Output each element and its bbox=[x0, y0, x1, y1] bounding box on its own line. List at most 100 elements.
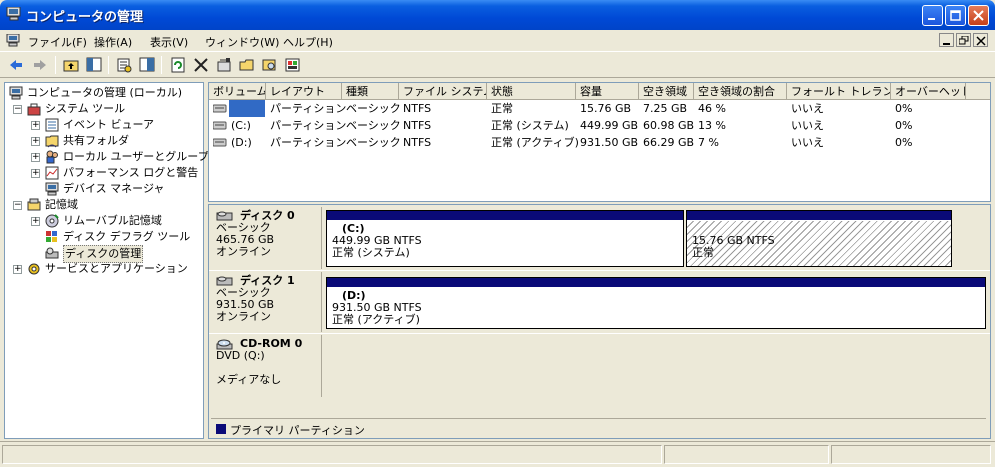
table-row[interactable]: パーティション ベーシック NTFS 正常 15.76 GB 7.25 GB 4… bbox=[209, 100, 990, 117]
folder-up-icon bbox=[63, 60, 79, 72]
forward-button[interactable] bbox=[30, 55, 50, 75]
maximize-button[interactable] bbox=[945, 5, 966, 26]
volume-name-selected[interactable] bbox=[229, 100, 265, 117]
expand-toggle-icon[interactable]: + bbox=[31, 137, 40, 146]
partition-unlabeled[interactable]: 15.76 GB NTFS 正常 bbox=[686, 210, 952, 267]
disk-icon bbox=[216, 276, 233, 286]
menu-view[interactable]: 表示(V) bbox=[150, 34, 188, 50]
cdrom-info[interactable]: CD-ROM 0 DVD (Q:) メディアなし bbox=[212, 335, 322, 397]
mdi-minimize-button[interactable] bbox=[939, 33, 954, 47]
disk-config-icon bbox=[285, 58, 300, 72]
disk-row-0: ディスク 0 ベーシック 465.76 GB オンライン (C:) 449.99… bbox=[209, 207, 990, 271]
column-header-filesystem[interactable]: ファイル システム bbox=[399, 83, 487, 100]
cell-percent-free: 46 % bbox=[698, 102, 726, 115]
services-icon bbox=[28, 263, 40, 275]
back-button[interactable] bbox=[6, 55, 26, 75]
expand-toggle-icon[interactable]: + bbox=[31, 169, 40, 178]
expand-toggle-icon[interactable]: + bbox=[13, 265, 22, 274]
disk-properties-button[interactable] bbox=[214, 55, 234, 75]
properties-icon bbox=[217, 58, 231, 72]
cell-capacity: 15.76 GB bbox=[580, 102, 632, 115]
explore-button[interactable] bbox=[260, 55, 280, 75]
expand-toggle-icon[interactable]: + bbox=[31, 217, 40, 226]
cell-overhead: 0% bbox=[895, 136, 913, 149]
cell-capacity: 449.99 GB bbox=[580, 119, 639, 132]
cdrom-type: DVD (Q:) bbox=[216, 349, 265, 362]
close-button[interactable] bbox=[968, 5, 989, 26]
show-hide-tree-button[interactable] bbox=[84, 55, 104, 75]
disk-icon bbox=[216, 211, 233, 221]
minimize-button[interactable] bbox=[922, 5, 943, 26]
magnifier-icon bbox=[262, 59, 276, 71]
disk-name: ディスク 0 bbox=[240, 209, 295, 222]
column-header-free-space[interactable]: 空き領域 bbox=[639, 83, 694, 100]
delete-x-icon bbox=[194, 58, 208, 72]
table-row[interactable]: (D:) パーティション ベーシック NTFS 正常 (アクティブ) 931.5… bbox=[209, 134, 990, 151]
close-icon bbox=[973, 10, 984, 21]
disk-status: オンライン bbox=[216, 245, 271, 258]
open-button[interactable] bbox=[237, 55, 257, 75]
performance-chart-icon bbox=[45, 166, 59, 180]
table-row[interactable]: (C:) パーティション ベーシック NTFS 正常 (システム) 449.99… bbox=[209, 117, 990, 134]
collapse-toggle-icon[interactable]: − bbox=[13, 201, 22, 210]
title-bar[interactable]: コンピュータの管理 bbox=[0, 0, 995, 30]
cell-free-space: 60.98 GB bbox=[643, 119, 695, 132]
partition-status: 正常 (システム) bbox=[332, 246, 410, 259]
toolbar bbox=[0, 53, 995, 78]
cdrom-status: メディアなし bbox=[216, 373, 282, 386]
volume-list[interactable]: ボリューム レイアウト 種類 ファイル システム 状態 容量 空き領域 空き領域… bbox=[208, 82, 991, 202]
status-bar bbox=[0, 441, 995, 467]
console-tree[interactable]: コンピュータの管理 (ローカル) − システム ツール + イベント ビューア … bbox=[4, 82, 209, 439]
column-header-type[interactable]: 種類 bbox=[342, 83, 399, 100]
column-header-volume[interactable]: ボリューム bbox=[209, 83, 266, 100]
cell-type: ベーシック bbox=[346, 136, 401, 149]
disk-row-cdrom: CD-ROM 0 DVD (Q:) メディアなし bbox=[209, 335, 990, 397]
disk-status: オンライン bbox=[216, 310, 271, 323]
menu-window[interactable]: ウィンドウ(W) bbox=[205, 34, 279, 50]
properties-button[interactable] bbox=[114, 55, 134, 75]
column-header-layout[interactable]: レイアウト bbox=[266, 83, 342, 100]
cell-status: 正常 bbox=[491, 102, 513, 115]
open-folder-icon bbox=[239, 59, 254, 71]
refresh-button[interactable] bbox=[168, 55, 188, 75]
cell-overhead: 0% bbox=[895, 119, 913, 132]
disk-row-1: ディスク 1 ベーシック 931.50 GB オンライン (D:) 931.50… bbox=[209, 272, 990, 334]
volume-icon bbox=[213, 104, 227, 113]
column-header-capacity[interactable]: 容量 bbox=[576, 83, 639, 100]
status-segment-2 bbox=[664, 445, 829, 464]
properties-icon bbox=[117, 58, 132, 73]
collapse-toggle-icon[interactable]: − bbox=[13, 105, 22, 114]
window-title: コンピュータの管理 bbox=[26, 10, 144, 25]
delete-button[interactable] bbox=[191, 55, 211, 75]
column-header-overhead[interactable]: オーバーヘッド bbox=[891, 83, 966, 100]
menu-action[interactable]: 操作(A) bbox=[94, 34, 132, 50]
legend-label: プライマリ パーティション bbox=[230, 424, 365, 437]
cell-filesystem: NTFS bbox=[403, 102, 432, 115]
volume-icon bbox=[213, 121, 227, 130]
mdi-restore-button[interactable] bbox=[956, 33, 971, 47]
column-header-percent-free[interactable]: 空き領域の割合 bbox=[694, 83, 787, 100]
expand-toggle-icon[interactable]: + bbox=[31, 153, 40, 162]
disk-info-0[interactable]: ディスク 0 ベーシック 465.76 GB オンライン bbox=[212, 207, 322, 269]
tree-item-label: ディスク デフラグ ツール bbox=[63, 230, 191, 243]
cell-free-space: 66.29 GB bbox=[643, 136, 695, 149]
partition-c[interactable]: (C:) 449.99 GB NTFS 正常 (システム) bbox=[326, 210, 684, 267]
up-one-level-button[interactable] bbox=[61, 55, 81, 75]
column-header-status[interactable]: 状態 bbox=[487, 83, 576, 100]
menu-help[interactable]: ヘルプ(H) bbox=[283, 34, 333, 50]
expand-toggle-icon[interactable]: + bbox=[31, 121, 40, 130]
column-header-fault-tolerance[interactable]: フォールト トレランス bbox=[787, 83, 891, 100]
close-icon bbox=[976, 36, 986, 46]
disk-config-button[interactable] bbox=[283, 55, 303, 75]
mdi-close-button[interactable] bbox=[973, 33, 988, 47]
maximize-icon bbox=[950, 10, 961, 21]
disk-info-1[interactable]: ディスク 1 ベーシック 931.50 GB オンライン bbox=[212, 272, 322, 332]
volume-icon bbox=[213, 138, 227, 147]
tree-item-label: 共有フォルダ bbox=[63, 134, 129, 147]
cell-layout: パーティション bbox=[270, 102, 347, 115]
cell-fault-tolerance: いいえ bbox=[791, 119, 824, 132]
partition-d[interactable]: (D:) 931.50 GB NTFS 正常 (アクティブ) bbox=[326, 277, 986, 329]
help-button[interactable] bbox=[137, 55, 157, 75]
system-menu-icon[interactable] bbox=[6, 34, 20, 47]
menu-file[interactable]: ファイル(F) bbox=[28, 34, 87, 50]
